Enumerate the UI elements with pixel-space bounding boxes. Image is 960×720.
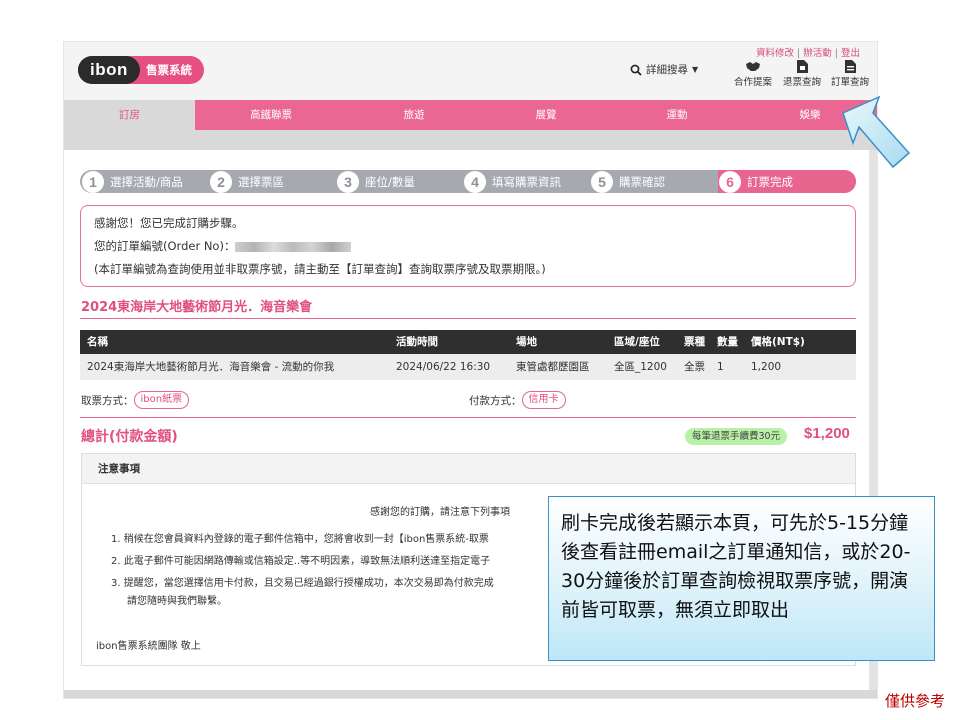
tool-label: 訂單查詢 xyxy=(831,77,870,88)
notice-intro: 感謝您的訂購，請注意下列事項 xyxy=(370,507,510,518)
step-label: 選擇票區 xyxy=(238,174,284,189)
order-number-label: 您的訂單編號(Order No)： xyxy=(94,239,236,253)
account-links: 資料修改 | 辦活動 | 登出 xyxy=(756,45,860,59)
pointer-arrow-icon xyxy=(842,95,911,169)
step-number: 3 xyxy=(337,170,359,193)
tool-refund-query[interactable]: 退票查詢 xyxy=(783,60,821,88)
handshake-icon xyxy=(734,60,772,74)
notice-signature: ibon售票系統團隊 敬上 xyxy=(96,641,201,652)
nav-item-travel[interactable]: 旅遊 xyxy=(347,100,481,130)
link-separator: | xyxy=(797,48,801,59)
slide: ibon 售票系統 資料修改 | 辦活動 | 登出 詳細搜尋 ▼ 合作提案 退票查詢 訂… xyxy=(0,0,960,720)
step-label: 座位/數量 xyxy=(365,174,415,189)
total-label: 總計(付款金額) xyxy=(81,429,178,445)
step-6: 6 訂票完成 xyxy=(719,168,793,195)
notice-item: 1. 稍候在您會員資料內登錄的電子郵件信箱中，您將會收到一封【ibon售票系統-… xyxy=(111,534,489,545)
order-doc-icon xyxy=(831,60,869,74)
order-number-redacted xyxy=(235,241,352,252)
tool-partnership[interactable]: 合作提案 xyxy=(734,60,772,88)
pickup-badge: ibon紙票 xyxy=(133,391,190,409)
notice-item: 2. 此電子郵件可能因網路傳輸或信箱設定..等不明因素，導致無法順利送達至指定電… xyxy=(111,556,491,567)
notice-item: 3. 提醒您，當您選擇信用卡付款，且交易已經過銀行授權成功，本次交易即為付款完成 xyxy=(111,578,494,589)
link-separator: | xyxy=(834,48,838,59)
tool-label: 合作提案 xyxy=(734,77,773,88)
order-table-header: 名稱 活動時間 場地 區域/座位 票種 數量 價格(NT$) xyxy=(80,330,856,354)
nav-item-hsr[interactable]: 高鐵聯票 xyxy=(195,100,347,130)
pickup-method: 取票方式： ibon紙票 xyxy=(81,391,190,409)
cell-price: 1,200 xyxy=(751,361,782,373)
chevron-down-icon: ▼ xyxy=(692,65,699,74)
explanation-callout: 刷卡完成後若顯示本頁，可先於5-15分鐘後查看註冊email之訂單通知信，或於2… xyxy=(548,496,935,661)
col-ticket-type: 票種 xyxy=(684,336,705,348)
refund-doc-icon xyxy=(783,60,821,74)
cell-seat: 全區_1200 xyxy=(614,361,667,373)
cell-time: 2024/06/22 16:30 xyxy=(396,361,491,373)
nav-item-hotel[interactable]: 訂房 xyxy=(64,100,195,132)
step-label: 填寫購票資訊 xyxy=(492,174,561,189)
notice-title: 注意事項 xyxy=(82,454,855,484)
col-venue: 場地 xyxy=(516,336,537,348)
total-amount: $1,200 xyxy=(804,425,850,442)
step-2: 2 選擇票區 xyxy=(210,168,284,195)
step-1: 1 選擇活動/商品 xyxy=(82,168,183,195)
col-price: 價格(NT$) xyxy=(751,336,805,348)
advanced-search[interactable]: 詳細搜尋 ▼ xyxy=(630,62,698,77)
step-number: 4 xyxy=(464,170,486,193)
site-logo[interactable]: ibon 售票系統 xyxy=(78,56,204,84)
step-number: 2 xyxy=(210,170,232,193)
step-number: 6 xyxy=(719,170,741,193)
thanks-line: 感謝您！您已完成訂購步驟。 xyxy=(94,216,244,230)
link-edit-profile[interactable]: 資料修改 xyxy=(756,48,794,59)
payment-label: 付款方式： xyxy=(469,394,522,407)
step-5: 5 購票確認 xyxy=(591,168,665,195)
table-row: 2024東海岸大地藝術節月光．海音樂會 - 流動的你我 2024/06/22 1… xyxy=(80,354,856,380)
logo-system-label: 售票系統 xyxy=(146,63,192,77)
step-4: 4 填寫購票資訊 xyxy=(464,168,561,195)
cell-venue: 東管處都歷園區 xyxy=(516,361,590,373)
link-logout[interactable]: 登出 xyxy=(841,48,860,59)
col-time: 活動時間 xyxy=(396,336,438,348)
payment-method: 付款方式： 信用卡 xyxy=(469,391,566,409)
col-seat: 區域/座位 xyxy=(614,336,660,348)
divider xyxy=(80,318,856,319)
completion-message: 感謝您！您已完成訂購步驟。 您的訂單編號(Order No)： (本訂單編號為查… xyxy=(80,205,856,287)
cell-ticket-type: 全票 xyxy=(684,361,705,373)
search-label: 詳細搜尋 xyxy=(646,64,688,76)
notice-item-cont: 請您隨時與我們聯繫。 xyxy=(127,596,227,607)
link-host-event[interactable]: 辦活動 xyxy=(803,48,832,59)
tool-order-query[interactable]: 訂單查詢 xyxy=(831,60,869,88)
tool-label: 退票查詢 xyxy=(783,77,822,88)
order-note-line: (本訂單編號為查詢使用並非取票序號，請主動至【訂單查詢】查詢取票序號及取票期限。… xyxy=(94,262,546,276)
order-number-line: 您的訂單編號(Order No)： xyxy=(94,235,842,258)
gray-band xyxy=(64,130,877,150)
step-label: 選擇活動/商品 xyxy=(110,174,183,189)
payment-badge: 信用卡 xyxy=(521,391,566,409)
pickup-label: 取票方式： xyxy=(81,394,134,407)
step-number: 5 xyxy=(591,170,613,193)
col-qty: 數量 xyxy=(717,336,738,348)
cell-qty: 1 xyxy=(717,361,724,373)
frame-shadow xyxy=(64,690,877,698)
step-3: 3 座位/數量 xyxy=(337,168,415,195)
col-name: 名稱 xyxy=(87,336,108,348)
nav-item-exhibition[interactable]: 展覽 xyxy=(481,100,611,130)
nav-item-sports[interactable]: 運動 xyxy=(611,100,743,130)
refund-fee-badge: 每筆退票手續費30元 xyxy=(685,428,788,445)
search-icon xyxy=(630,64,642,76)
logo-ibon: ibon xyxy=(78,56,140,84)
step-label: 訂票完成 xyxy=(747,174,793,189)
step-number: 1 xyxy=(82,170,104,193)
reference-only-note: 僅供參考 xyxy=(885,692,946,710)
cell-name: 2024東海岸大地藝術節月光．海音樂會 - 流動的你我 xyxy=(87,361,335,373)
step-label: 購票確認 xyxy=(619,174,665,189)
divider xyxy=(80,417,856,418)
event-title: 2024東海岸大地藝術節月光．海音樂會 xyxy=(81,300,313,315)
